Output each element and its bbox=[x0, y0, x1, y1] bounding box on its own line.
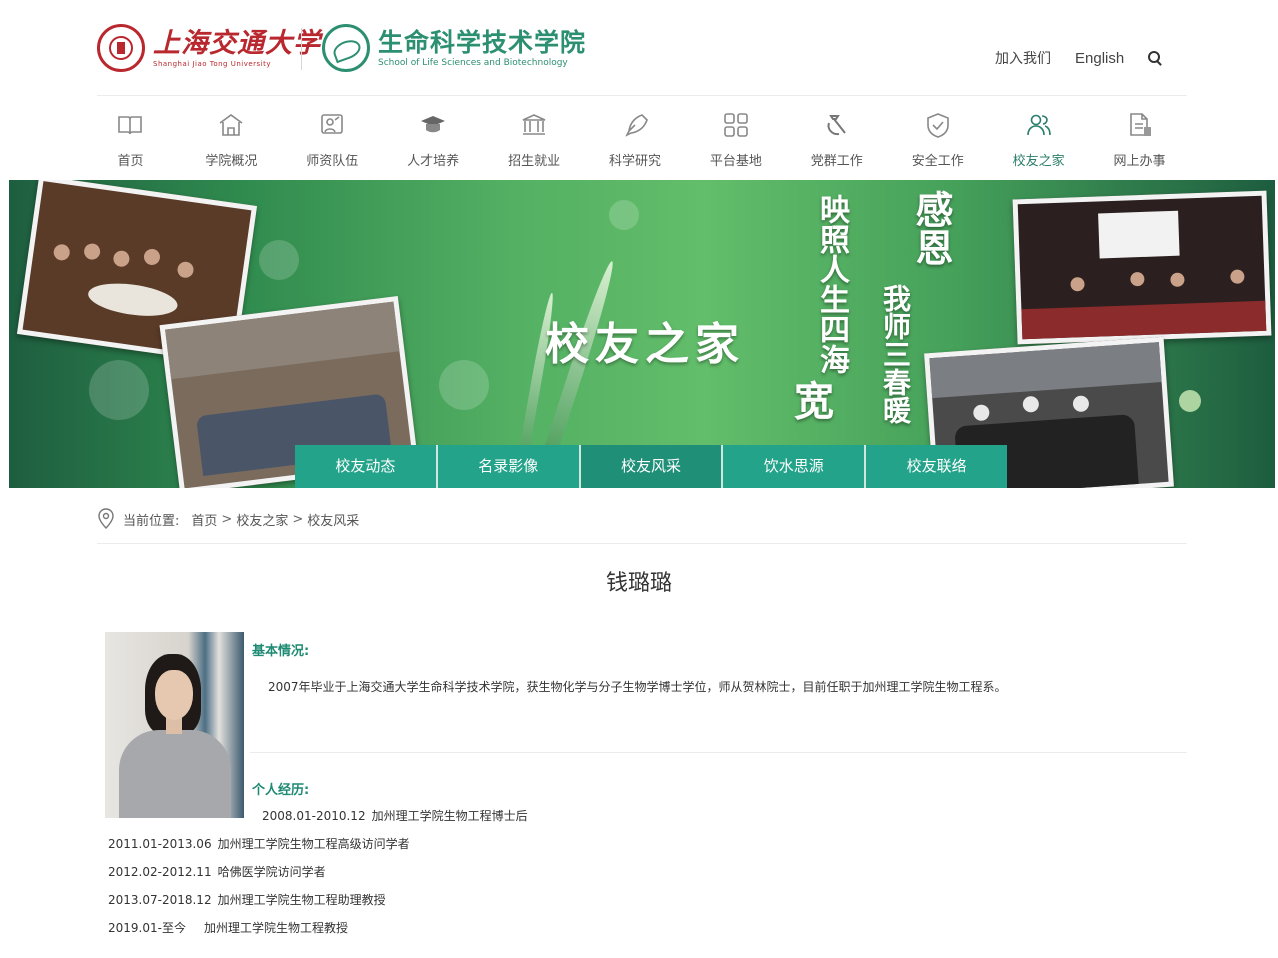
breadcrumb-prefix: 当前位置: bbox=[123, 513, 180, 529]
school-name: 生命科学技术学院 bbox=[378, 28, 587, 57]
nav-label: 师资队伍 bbox=[306, 154, 359, 169]
bokeh-decoration bbox=[1179, 390, 1201, 412]
pen-icon bbox=[620, 110, 650, 140]
nav-item-research[interactable]: 科学研究 bbox=[585, 104, 686, 174]
banner-slogan-4: 我师三春暖 bbox=[879, 284, 912, 424]
main-nav: 首页 学院概况 师资队伍 人才培养 招生就业 科学研究 平台基地 党群工作 安全… bbox=[80, 104, 1190, 174]
bokeh-decoration bbox=[89, 360, 149, 420]
nav-item-admission[interactable]: 招生就业 bbox=[484, 104, 585, 174]
career-date: 2011.01-2013.06 bbox=[108, 837, 212, 851]
basic-info-text: 2007年毕业于上海交通大学生命科学技术学院，获生物化学与分子生物学博士学位，师… bbox=[268, 680, 1007, 694]
nav-item-platform[interactable]: 平台基地 bbox=[685, 104, 786, 174]
nav-item-home[interactable]: 首页 bbox=[80, 104, 181, 174]
subnav-alumni-contact[interactable]: 校友联络 bbox=[866, 445, 1007, 488]
teacher-icon bbox=[317, 110, 347, 140]
sjtu-seal-icon bbox=[97, 24, 145, 72]
banner-slogan-3: 感恩 bbox=[909, 190, 953, 266]
nav-label: 党群工作 bbox=[810, 154, 863, 169]
join-us-link[interactable]: 加入我们 bbox=[995, 48, 1051, 68]
nav-label: 网上办事 bbox=[1113, 154, 1166, 169]
graduation-cap-icon bbox=[418, 110, 448, 140]
breadcrumb-home[interactable]: 首页 bbox=[191, 510, 217, 529]
breadcrumb-alumni[interactable]: 校友之家 bbox=[236, 510, 288, 529]
nav-label: 招生就业 bbox=[508, 154, 561, 169]
career-item: 2008.01-2010.12 加州理工学院生物工程博士后 bbox=[262, 807, 528, 824]
banner-slogan-2: 宽 bbox=[787, 380, 833, 420]
nav-label: 平台基地 bbox=[709, 154, 762, 169]
nav-label: 学院概况 bbox=[205, 154, 258, 169]
search-icon[interactable] bbox=[1146, 49, 1164, 67]
english-link[interactable]: English bbox=[1075, 50, 1124, 67]
career-date: 2008.01-2010.12 bbox=[262, 809, 366, 823]
career-item: 2012.02-2012.11 哈佛医学院访问学者 bbox=[108, 863, 326, 880]
subnav-alumni-news[interactable]: 校友动态 bbox=[295, 445, 438, 488]
career-date: 2012.02-2012.11 bbox=[108, 865, 212, 879]
logo-divider bbox=[301, 28, 302, 70]
breadcrumb: 当前位置: 首页 > 校友之家 > 校友风采 bbox=[97, 507, 359, 531]
sjtu-logo[interactable]: 上海交通大学 Shanghai Jiao Tong University bbox=[97, 24, 321, 72]
subnav-alumni-profiles[interactable]: 校友风采 bbox=[580, 445, 724, 488]
institution-icon bbox=[519, 110, 549, 140]
hammer-sickle-icon bbox=[822, 110, 852, 140]
alumni-portrait bbox=[105, 632, 244, 818]
bokeh-decoration bbox=[439, 360, 489, 410]
school-english-name: School of Life Sciences and Biotechnolog… bbox=[378, 58, 568, 68]
subnav-directory-images[interactable]: 名录影像 bbox=[437, 445, 581, 488]
site-header: 上海交通大学 Shanghai Jiao Tong University 生命科… bbox=[0, 0, 1278, 95]
career-role: 加州理工学院生物工程教授 bbox=[203, 921, 348, 935]
shield-icon bbox=[923, 110, 953, 140]
header-divider bbox=[97, 95, 1187, 96]
sjtu-name: 上海交通大学 bbox=[153, 28, 321, 59]
career-role: 哈佛医学院访问学者 bbox=[217, 865, 326, 879]
alumni-forum-photo bbox=[1012, 190, 1272, 345]
nav-item-party[interactable]: 党群工作 bbox=[786, 104, 887, 174]
breadcrumb-divider bbox=[97, 543, 1187, 544]
nav-label: 人才培养 bbox=[407, 154, 460, 169]
nav-label: 首页 bbox=[117, 154, 144, 169]
alumni-subnav: 校友动态 名录影像 校友风采 饮水思源 校友联络 bbox=[295, 445, 1007, 488]
career-role: 加州理工学院生物工程助理教授 bbox=[217, 893, 386, 907]
nav-item-about[interactable]: 学院概况 bbox=[181, 104, 282, 174]
book-icon bbox=[115, 110, 145, 140]
alumni-banner: 校友之家 映照人生四海 宽 感恩 我师三春暖 校友动态 名录影像 校友风采 饮水… bbox=[9, 180, 1275, 488]
career-item: 2013.07-2018.12 加州理工学院生物工程助理教授 bbox=[108, 891, 386, 908]
nav-label: 校友之家 bbox=[1012, 154, 1065, 169]
nav-item-education[interactable]: 人才培养 bbox=[383, 104, 484, 174]
career-role: 加州理工学院生物工程博士后 bbox=[371, 809, 528, 823]
nav-item-faculty[interactable]: 师资队伍 bbox=[282, 104, 383, 174]
nav-label: 科学研究 bbox=[608, 154, 661, 169]
sjtu-english-name: Shanghai Jiao Tong University bbox=[153, 60, 272, 68]
section-divider bbox=[250, 752, 1187, 753]
nav-item-safety[interactable]: 安全工作 bbox=[887, 104, 988, 174]
subnav-remember-roots[interactable]: 饮水思源 bbox=[723, 445, 867, 488]
bokeh-decoration bbox=[609, 200, 639, 230]
page-title: 钱璐璐 bbox=[605, 571, 672, 596]
document-icon bbox=[1125, 110, 1155, 140]
career-date: 2013.07-2018.12 bbox=[108, 893, 212, 907]
career-item: 2019.01-至今 加州理工学院生物工程教授 bbox=[108, 919, 348, 936]
top-links: 加入我们 English bbox=[995, 48, 1164, 68]
school-logo[interactable]: 生命科学技术学院 School of Life Sciences and Bio… bbox=[322, 24, 586, 72]
grid-icon bbox=[721, 110, 751, 140]
banner-slogan-1: 映照人生四海 bbox=[814, 194, 849, 374]
breadcrumb-separator: > bbox=[221, 511, 233, 527]
school-emblem-icon bbox=[322, 24, 370, 72]
career-heading: 个人经历: bbox=[252, 783, 310, 798]
career-date: 2019.01-至今 bbox=[108, 921, 186, 935]
career-role: 加州理工学院生物工程高级访问学者 bbox=[217, 837, 410, 851]
nav-item-online-service[interactable]: 网上办事 bbox=[1089, 104, 1190, 174]
bokeh-decoration bbox=[259, 240, 299, 280]
breadcrumb-current[interactable]: 校友风采 bbox=[307, 510, 359, 529]
banner-title: 校友之家 bbox=[545, 319, 745, 370]
building-icon bbox=[216, 110, 246, 140]
nav-item-alumni[interactable]: 校友之家 bbox=[988, 104, 1089, 174]
location-pin-icon bbox=[98, 508, 114, 529]
basic-info-heading: 基本情况: bbox=[252, 644, 310, 659]
breadcrumb-separator: > bbox=[292, 511, 304, 527]
users-icon bbox=[1024, 110, 1054, 140]
nav-label: 安全工作 bbox=[911, 154, 964, 169]
career-item: 2011.01-2013.06 加州理工学院生物工程高级访问学者 bbox=[108, 835, 410, 852]
